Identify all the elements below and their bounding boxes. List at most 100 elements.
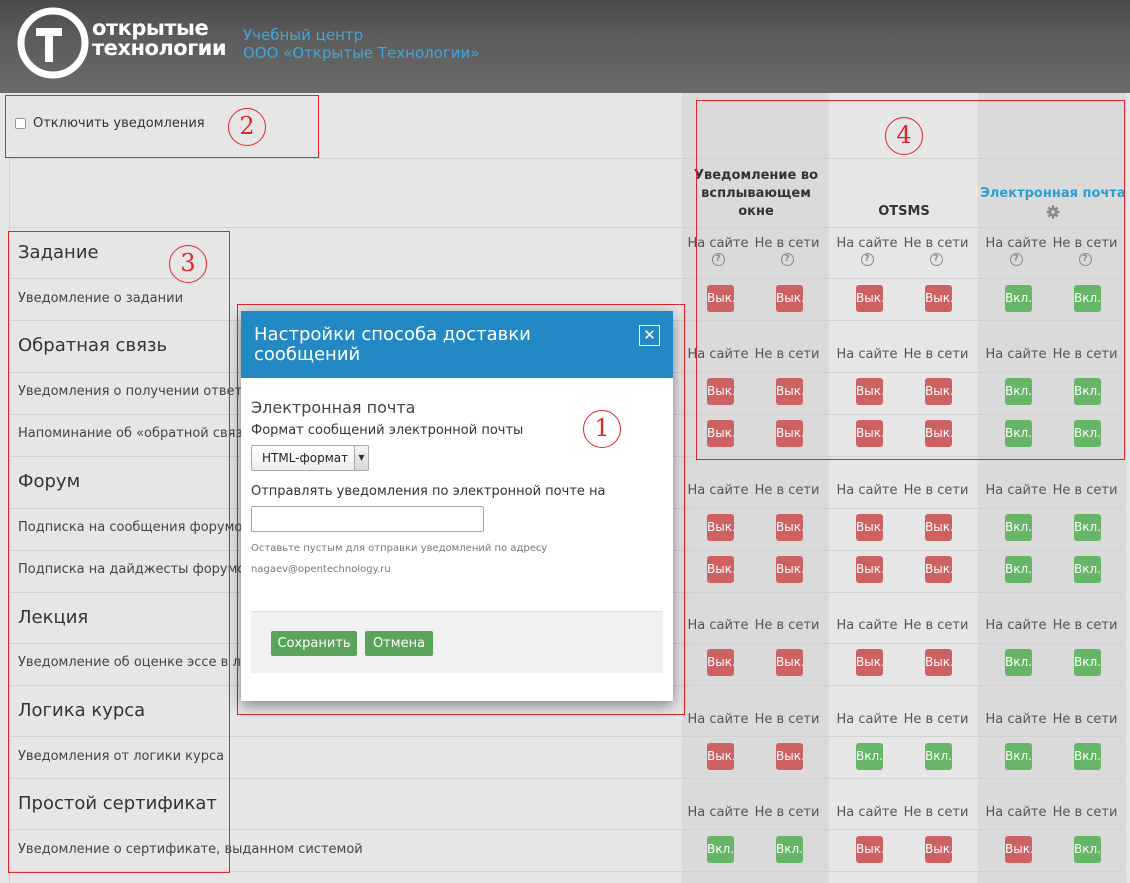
state-online-label: На сайте (833, 618, 901, 633)
logo-line-2: технологии (92, 36, 227, 60)
state-online-label: На сайте (833, 805, 901, 820)
state-text: Не в сети (1052, 483, 1118, 498)
toggle-off-button[interactable]: Вык. (925, 836, 952, 863)
state-text: Не в сети (1052, 618, 1118, 633)
state-text: Не в сети (754, 805, 820, 820)
state-text: Не в сети (754, 712, 820, 727)
state-online-label: На сайте (684, 712, 752, 727)
toggle-off-button[interactable]: Вык. (707, 514, 734, 541)
state-online-label: На сайте (982, 805, 1050, 820)
toggle-on-button[interactable]: Вкл. (1074, 836, 1101, 863)
delivery-settings-modal: Настройки способа доставки сообщений ✕ Э… (241, 311, 673, 701)
state-offline-label: Не в сети (902, 805, 970, 820)
toggle-on-button[interactable]: Вкл. (776, 836, 803, 863)
annotation-box-3 (8, 231, 230, 873)
state-offline-label: Не в сети (753, 618, 821, 633)
state-online-label: На сайте (833, 483, 901, 498)
toggle-on-button[interactable]: Вкл. (856, 743, 883, 770)
state-online-label: На сайте (684, 805, 752, 820)
modal-header: Настройки способа доставки сообщений ✕ (241, 311, 673, 378)
annotation-number-4: 4 (885, 117, 923, 155)
state-text: Не в сети (903, 483, 969, 498)
toggle-on-button[interactable]: Вкл. (1005, 514, 1032, 541)
state-text: Не в сети (1052, 712, 1118, 727)
toggle-off-button[interactable]: Вык. (707, 556, 734, 583)
toggle-off-button[interactable]: Вык. (776, 743, 803, 770)
close-icon[interactable]: ✕ (639, 325, 660, 346)
state-offline-label: Не в сети (1051, 712, 1119, 727)
annotation-number-3: 3 (169, 245, 207, 283)
state-online-label: На сайте (833, 712, 901, 727)
email-help-line-2: nagaev@opentechnology.ru (251, 564, 391, 575)
state-text: На сайте (687, 712, 749, 727)
logo-line-1: открытые (92, 16, 209, 40)
cancel-button[interactable]: Отмена (365, 631, 433, 656)
state-text: На сайте (985, 712, 1047, 727)
state-online-label: На сайте (684, 483, 752, 498)
annotation-box-4 (696, 100, 1125, 460)
state-offline-label: Не в сети (753, 483, 821, 498)
state-text: Не в сети (903, 712, 969, 727)
toggle-on-button[interactable]: Вкл. (1005, 556, 1032, 583)
toggle-off-button[interactable]: Вык. (707, 649, 734, 676)
site-header: открытые технологии Учебный центр ООО «О… (0, 0, 1130, 93)
toggle-on-button[interactable]: Вкл. (1005, 743, 1032, 770)
toggle-on-button[interactable]: Вкл. (1074, 514, 1101, 541)
brand-line-1: Учебный центр (243, 26, 364, 44)
toggle-off-button[interactable]: Вык. (856, 514, 883, 541)
toggle-on-button[interactable]: Вкл. (1005, 649, 1032, 676)
logo-text: открытые технологии (92, 16, 227, 60)
toggle-off-button[interactable]: Вык. (856, 556, 883, 583)
toggle-on-button[interactable]: Вкл. (1074, 556, 1101, 583)
format-select-value: HTML-формат (262, 451, 349, 465)
state-text: Не в сети (903, 805, 969, 820)
annotation-number-1: 1 (583, 410, 621, 448)
toggle-off-button[interactable]: Вык. (856, 649, 883, 676)
email-help-text: Оставьте пустым для отправки уведомлений… (251, 538, 663, 580)
state-text: Не в сети (1052, 805, 1118, 820)
toggle-off-button[interactable]: Вык. (925, 556, 952, 583)
state-text: На сайте (687, 483, 749, 498)
modal-title: Настройки способа доставки сообщений (254, 324, 531, 365)
modal-footer: Сохранить Отмена (251, 611, 663, 673)
state-online-label: На сайте (982, 712, 1050, 727)
brand-link[interactable]: Учебный центр ООО «Открытые Технологии» (243, 26, 479, 62)
state-text: На сайте (687, 618, 749, 633)
state-text: На сайте (836, 712, 898, 727)
format-select[interactable]: HTML-формат ▼ (251, 445, 369, 471)
toggle-off-button[interactable]: Вык. (1005, 836, 1032, 863)
annotation-number-2: 2 (228, 108, 266, 146)
email-help-line-1: Оставьте пустым для отправки уведомлений… (251, 543, 548, 554)
brand-line-2: ООО «Открытые Технологии» (243, 44, 480, 62)
toggle-on-button[interactable]: Вкл. (1074, 649, 1101, 676)
state-text: На сайте (836, 618, 898, 633)
toggle-off-button[interactable]: Вык. (776, 514, 803, 541)
chevron-down-icon: ▼ (354, 446, 368, 470)
state-offline-label: Не в сети (902, 712, 970, 727)
toggle-on-button[interactable]: Вкл. (925, 743, 952, 770)
state-text: На сайте (985, 483, 1047, 498)
toggle-off-button[interactable]: Вык. (925, 514, 952, 541)
state-text: На сайте (836, 483, 898, 498)
state-text: На сайте (985, 618, 1047, 633)
state-text: Не в сети (754, 618, 820, 633)
toggle-off-button[interactable]: Вык. (707, 743, 734, 770)
state-offline-label: Не в сети (1051, 618, 1119, 633)
toggle-on-button[interactable]: Вкл. (707, 836, 734, 863)
toggle-off-button[interactable]: Вык. (776, 649, 803, 676)
email-field[interactable] (251, 506, 484, 532)
state-online-label: На сайте (982, 618, 1050, 633)
send-to-label: Отправлять уведомления по электронной по… (251, 484, 606, 499)
state-text: На сайте (687, 805, 749, 820)
toggle-off-button[interactable]: Вык. (776, 556, 803, 583)
state-offline-label: Не в сети (753, 805, 821, 820)
state-offline-label: Не в сети (753, 712, 821, 727)
state-offline-label: Не в сети (902, 483, 970, 498)
toggle-off-button[interactable]: Вык. (856, 836, 883, 863)
toggle-off-button[interactable]: Вык. (925, 649, 952, 676)
save-button[interactable]: Сохранить (271, 631, 357, 656)
toggle-on-button[interactable]: Вкл. (1074, 743, 1101, 770)
state-text: Не в сети (754, 483, 820, 498)
state-online-label: На сайте (982, 483, 1050, 498)
annotation-box-2 (5, 95, 319, 158)
